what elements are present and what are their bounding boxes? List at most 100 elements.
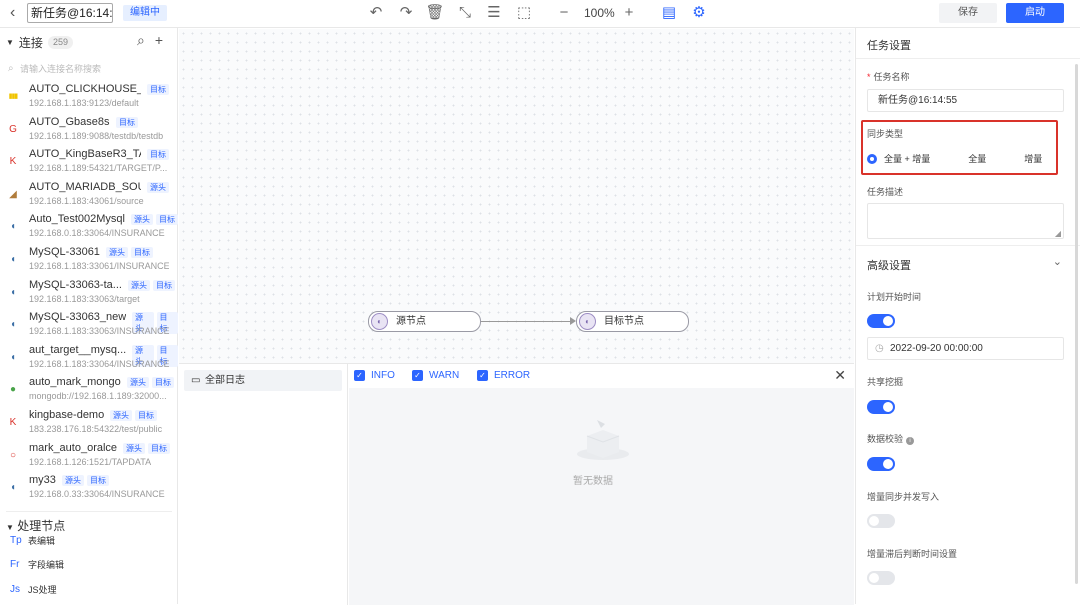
- dag-canvas[interactable]: [179, 29, 854, 363]
- connection-address: 192.168.1.183:33064/INSURANCE: [29, 358, 169, 369]
- connection-item[interactable]: ◖ MySQL-33063_new 源头 目标 192.168.1.183:33063/…: [0, 309, 178, 342]
- task-title-input[interactable]: 新任务@16:14:55: [27, 3, 113, 23]
- connection-name: AUTO_KingBaseR3_TAR...: [29, 148, 141, 161]
- redo-icon[interactable]: ↷: [396, 4, 416, 22]
- advanced-settings-header[interactable]: 高级设置: [867, 257, 911, 273]
- connection-name: aut_target__mysq...: [29, 343, 127, 356]
- settings-icon[interactable]: ⚙: [689, 4, 709, 22]
- task-description-label: 任务描述: [867, 187, 904, 197]
- connection-item[interactable]: ● auto_mark_mongo 源头 目标 mongodb://192.168.1.…: [0, 374, 178, 407]
- undo-icon[interactable]: ↶: [366, 4, 386, 22]
- editing-status-badge: 编辑中: [123, 5, 167, 21]
- chevron-left-icon[interactable]: ‹: [10, 4, 15, 22]
- connection-item[interactable]: ◖ Auto_Test002Mysql 源头 目标 192.168.0.18:33064…: [0, 211, 178, 244]
- data-check-toggle[interactable]: [867, 457, 895, 471]
- sync-option-full[interactable]: 全量: [968, 152, 986, 165]
- target-node[interactable]: ◐ 目标节点: [576, 311, 689, 332]
- zoom-in-icon[interactable]: +: [619, 4, 639, 22]
- layout-icon[interactable]: ☰: [484, 4, 504, 22]
- scrollbar[interactable]: [1075, 64, 1078, 584]
- connection-address: 192.168.0.33:33064/INSURANCE: [29, 489, 165, 500]
- connection-list: ▮▮▮ AUTO_CLICKHOUSE_TA... 目标 192.168.1.183:…: [0, 81, 178, 505]
- oracle-icon: ○: [9, 449, 17, 461]
- connection-item[interactable]: ○ mark_auto_oralce 源头 目标 192.168.1.126:1521/…: [0, 440, 178, 473]
- connection-item[interactable]: ◖ MySQL-33063-ta... 源头 目标 192.168.1.183:3306…: [0, 277, 178, 310]
- connection-tags: 源头 目标: [123, 442, 170, 454]
- connection-name: AUTO_CLICKHOUSE_TA...: [29, 83, 141, 95]
- chevron-down-icon[interactable]: ⌄: [1053, 255, 1062, 268]
- sync-type-label: 同步类型: [867, 129, 904, 139]
- connection-tag: 目标: [135, 409, 157, 421]
- connection-item[interactable]: ▮▮▮ AUTO_CLICKHOUSE_TA... 目标 192.168.1.183:…: [0, 81, 178, 114]
- connection-item[interactable]: G AUTO_Gbase8s 目标 192.168.1.189:9088/testdb…: [0, 114, 178, 147]
- mysql-icon: ◖: [9, 286, 17, 298]
- plan-start-toggle[interactable]: [867, 314, 895, 328]
- filter-warn[interactable]: ✓ WARN: [412, 370, 459, 381]
- select-icon[interactable]: ⬚: [514, 4, 534, 22]
- sync-option-full-incremental[interactable]: 全量 + 增量: [884, 152, 930, 165]
- connection-search-input[interactable]: ⌕ 请输入连接名称搜索: [5, 60, 171, 78]
- task-name-label: * 任务名称: [867, 72, 910, 82]
- search-icon[interactable]: ⌕: [137, 32, 145, 49]
- filter-error[interactable]: ✓ ERROR: [477, 370, 530, 381]
- mysql-icon: ◐: [371, 313, 388, 330]
- connection-tag: 目标: [153, 279, 175, 291]
- save-button[interactable]: 保存: [939, 3, 997, 23]
- plan-start-datetime-input[interactable]: ◷ 2022-09-20 00:00:00: [867, 337, 1064, 360]
- connection-tag: 目标: [152, 377, 174, 389]
- connection-item[interactable]: K AUTO_KingBaseR3_TAR... 目标 192.168.1.189:5…: [0, 146, 178, 179]
- connection-item[interactable]: ◖ aut_target__mysq... 源头 目标 192.168.1.183:33…: [0, 342, 178, 375]
- log-icon[interactable]: ▤: [659, 4, 679, 22]
- processing-node-table-edit[interactable]: Tp 表编辑: [10, 534, 55, 547]
- node-connection-line: [481, 321, 571, 322]
- radio-selected-icon[interactable]: [867, 153, 877, 164]
- connections-sidebar: ▼ 连接 259 ⌕ + ⌕ 请输入连接名称搜索 ▮▮▮ AUTO_CLICKHO…: [0, 28, 178, 604]
- plus-icon[interactable]: +: [155, 32, 163, 49]
- connections-header[interactable]: ▼ 连接 259: [6, 34, 73, 51]
- connection-name: auto_mark_mongo: [29, 376, 121, 389]
- checkbox-checked-icon[interactable]: ✓: [354, 370, 365, 381]
- processing-label: 处理节点: [17, 519, 66, 533]
- sync-option-incremental[interactable]: 增量: [1024, 152, 1042, 165]
- incremental-lag-toggle[interactable]: [867, 571, 895, 585]
- task-name-input[interactable]: 新任务@16:14:55: [867, 89, 1064, 112]
- connection-address: 192.168.0.18:33064/INSURANCE: [29, 228, 165, 239]
- empty-state-text: 暂无数据: [573, 476, 613, 487]
- processing-nodes-header[interactable]: ▼ 处理节点: [6, 511, 172, 534]
- search-small-icon: ⌕: [8, 63, 14, 74]
- all-logs-item[interactable]: ▭ 全部日志: [184, 370, 342, 391]
- compress-icon[interactable]: ⤡: [455, 4, 475, 22]
- zoom-level: 100%: [584, 6, 615, 20]
- clock-icon: ◷: [875, 343, 884, 354]
- close-icon[interactable]: ✕: [834, 367, 846, 384]
- connections-count: 259: [47, 36, 73, 49]
- clickhouse-icon: ▮▮▮: [8, 93, 19, 100]
- connection-tags: 目标: [147, 149, 169, 161]
- connection-item[interactable]: ◖ MySQL-33061 源头 目标 192.168.1.183:33061/INSU…: [0, 244, 178, 277]
- connection-item[interactable]: ◖ my33 源头 目标 192.168.0.33:33064/INSURANCE: [0, 472, 178, 505]
- resize-handle-icon[interactable]: ◢: [1055, 229, 1061, 238]
- processing-node-js[interactable]: Js JS处理: [10, 583, 57, 596]
- incremental-concurrent-toggle[interactable]: [867, 514, 895, 528]
- shared-mining-toggle[interactable]: [867, 400, 895, 414]
- connection-address: mongodb://192.168.1.189:32000...: [29, 391, 167, 402]
- start-button[interactable]: 启动: [1006, 3, 1064, 23]
- empty-box-icon: [577, 420, 629, 460]
- sync-type-radio-group: 全量 + 增量 全量 增量: [867, 152, 1042, 165]
- source-node[interactable]: ◐ 源节点: [368, 311, 481, 332]
- search-placeholder: 请输入连接名称搜索: [20, 64, 102, 74]
- connection-tags: 源头 目标: [110, 409, 157, 421]
- info-icon[interactable]: i: [906, 437, 915, 445]
- filter-info[interactable]: ✓ INFO: [354, 370, 395, 381]
- task-description-input[interactable]: ◢: [867, 203, 1064, 239]
- connection-tags: 源头 目标: [131, 214, 178, 226]
- connection-item[interactable]: ◢ AUTO_MARIADB_SOUR... 源头192.168.1.183:430…: [0, 179, 178, 212]
- connection-name: AUTO_MARIADB_SOUR...: [29, 180, 141, 193]
- zoom-out-icon[interactable]: −: [554, 4, 574, 22]
- processing-node-field-edit[interactable]: Fr 字段编辑: [10, 558, 64, 571]
- table-edit-icon: Tp: [10, 535, 22, 546]
- trash-icon[interactable]: 🗑: [425, 4, 445, 22]
- checkbox-checked-icon[interactable]: ✓: [412, 370, 423, 381]
- checkbox-checked-icon[interactable]: ✓: [477, 370, 488, 381]
- connection-item[interactable]: Kkingbase-demo 源头 目标 183.238.176.18:54322/t…: [0, 407, 178, 440]
